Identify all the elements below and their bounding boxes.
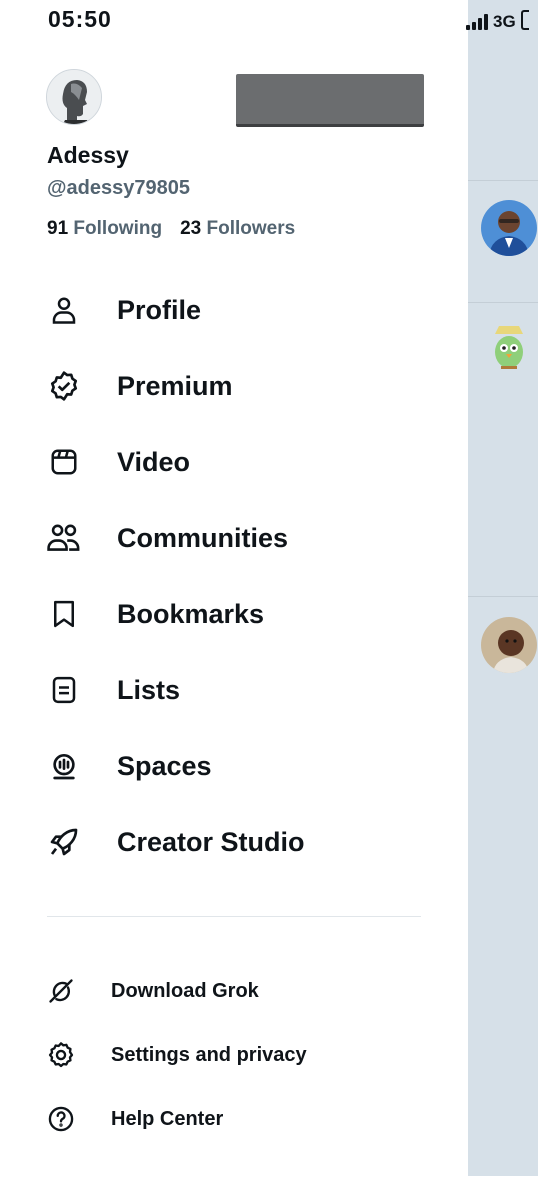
timeline-divider [468,180,538,181]
menu-item-help-center[interactable]: Help Center [44,1101,223,1137]
menu-label: Creator Studio [117,826,305,857]
account-handle[interactable]: @adessy79805 [47,177,190,200]
timeline-divider [468,302,538,303]
communities-icon [44,518,84,558]
profile-avatar[interactable] [46,69,102,125]
bookmark-icon [44,594,84,634]
timeline-avatar [481,200,537,256]
grok-icon [44,974,78,1008]
menu-label: Lists [117,674,181,705]
navigation-drawer: 05:50 Adessy @adessy79805 91 Following 2… [0,0,468,1200]
menu-label: Profile [117,294,202,325]
timeline-avatar [481,320,537,376]
menu-label: Spaces [117,750,212,781]
menu-label: Premium [117,370,233,401]
network-type: 3G [493,12,516,31]
menu-item-settings[interactable]: Settings and privacy [44,1037,307,1073]
redacted-area [236,74,424,127]
video-icon [44,442,84,482]
rocket-icon [44,822,84,862]
following-link[interactable]: 91 Following [47,218,162,240]
menu-divider [47,916,421,917]
followers-link[interactable]: 23 Followers [180,218,295,240]
status-indicators: 3G [466,10,529,30]
followers-count: 23 [180,218,202,239]
battery-icon [520,10,529,30]
verified-badge-icon [44,366,84,406]
menu-label: Help Center [111,1107,224,1130]
timeline-backdrop[interactable] [468,0,538,1200]
menu-item-lists[interactable]: Lists [44,666,180,714]
menu-item-premium[interactable]: Premium [44,362,233,410]
bottom-nav-strip [468,1176,538,1200]
following-count: 91 [47,218,69,239]
menu-item-communities[interactable]: Communities [44,514,288,562]
timeline-avatar [481,617,537,673]
menu-item-spaces[interactable]: Spaces [44,742,212,790]
help-icon [44,1102,78,1136]
follow-stats: 91 Following 23 Followers [47,218,295,240]
account-name[interactable]: Adessy [47,142,129,169]
signal-icon [466,14,488,30]
menu-label: Download Grok [111,979,259,1002]
menu-item-video[interactable]: Video [44,438,190,486]
person-icon [44,290,84,330]
following-label: Following [73,218,163,239]
menu-label: Communities [117,522,289,553]
menu-item-download-grok[interactable]: Download Grok [44,973,259,1009]
menu-label: Settings and privacy [111,1043,307,1066]
menu-item-profile[interactable]: Profile [44,286,201,334]
status-time: 05:50 [48,6,112,32]
list-icon [44,670,84,710]
timeline-divider [468,596,538,597]
menu-label: Video [117,446,191,477]
menu-item-bookmarks[interactable]: Bookmarks [44,590,264,638]
menu-item-creator-studio[interactable]: Creator Studio [44,818,305,866]
gear-icon [44,1038,78,1072]
menu-label: Bookmarks [117,598,265,629]
followers-label: Followers [206,218,296,239]
spaces-microphone-icon [44,746,84,786]
